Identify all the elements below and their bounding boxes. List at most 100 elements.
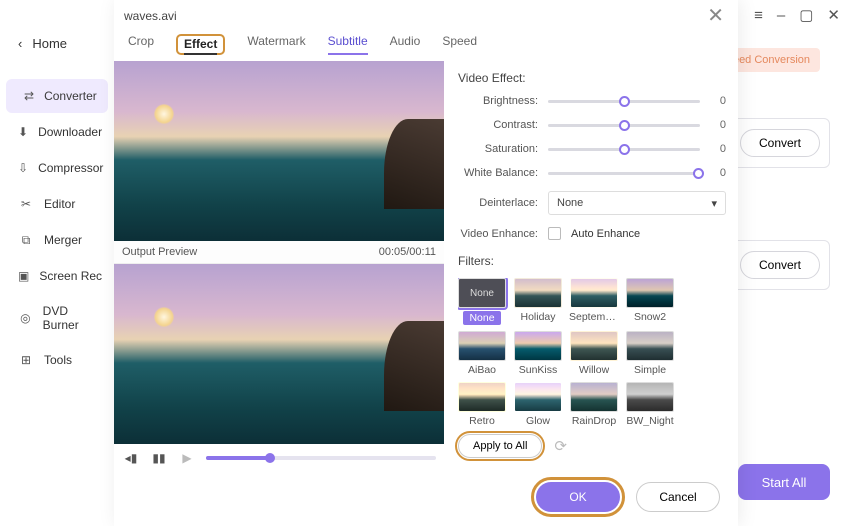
filter-label: Glow [526, 415, 550, 426]
filter-label: Snow2 [634, 311, 666, 323]
filter-thumbnail [458, 382, 506, 412]
timeline-slider[interactable] [206, 456, 436, 460]
record-icon: ▣ [18, 268, 29, 284]
filter-thumbnail [514, 382, 562, 412]
saturation-value: 0 [710, 143, 726, 155]
sidebar-item-label: Screen Recorder [39, 269, 102, 283]
auto-enhance-label: Auto Enhance [571, 228, 640, 240]
filter-glow[interactable]: Glow [514, 382, 562, 426]
filter-label: Simple [634, 364, 666, 376]
contrast-label: Contrast: [458, 119, 538, 131]
sidebar-item-downloader[interactable]: ⬇ Downloader [0, 115, 114, 149]
refresh-icon[interactable]: ⟳ [554, 437, 567, 455]
contrast-slider[interactable] [548, 124, 700, 127]
dialog-tabs: Crop Effect Watermark Subtitle Audio Spe… [114, 28, 738, 61]
brightness-value: 0 [710, 95, 726, 107]
filter-september[interactable]: September [570, 278, 618, 325]
compress-icon: ⇩ [18, 160, 28, 176]
sidebar-item-label: Converter [44, 89, 97, 103]
output-preview-label: Output Preview [122, 246, 197, 258]
filter-snow2[interactable]: Snow2 [626, 278, 674, 325]
pause-icon[interactable]: ▮▮ [150, 449, 168, 467]
start-all-button[interactable]: Start All [738, 464, 830, 500]
tab-subtitle[interactable]: Subtitle [328, 34, 368, 55]
filter-label: BW_Night [626, 415, 673, 426]
filters-label: Filters: [458, 254, 726, 268]
filter-sunkiss[interactable]: SunKiss [514, 331, 562, 376]
brightness-label: Brightness: [458, 95, 538, 107]
filter-aibao[interactable]: AiBao [458, 331, 506, 376]
filter-thumbnail [626, 331, 674, 361]
convert-button[interactable]: Convert [740, 251, 820, 279]
sidebar-item-screen-recorder[interactable]: ▣ Screen Recorder [0, 259, 114, 293]
minimize-icon[interactable]: – [777, 7, 785, 24]
filter-thumbnail [514, 278, 562, 308]
filter-label: None [463, 311, 500, 325]
filter-label: Holiday [520, 311, 555, 323]
maximize-icon[interactable]: ▢ [799, 6, 813, 24]
filter-holiday[interactable]: Holiday [514, 278, 562, 325]
sidebar-item-label: Downloader [38, 125, 102, 139]
grid-icon: ⊞ [18, 352, 34, 368]
apply-to-all-button[interactable]: Apply to All [458, 434, 542, 458]
scissors-icon: ✂ [18, 196, 34, 212]
white-balance-slider[interactable] [548, 172, 700, 175]
filter-bw_night[interactable]: BW_Night [626, 382, 674, 426]
brightness-slider[interactable] [548, 100, 700, 103]
effect-dialog: waves.avi ✕ Crop Effect Watermark Subtit… [114, 0, 738, 526]
white-balance-label: White Balance: [458, 167, 538, 179]
play-icon[interactable]: ▶ [178, 449, 196, 467]
sidebar-item-converter[interactable]: ⇄Converter [6, 79, 108, 113]
sidebar-item-label: Compressor [38, 161, 103, 175]
sidebar-item-dvd-burner[interactable]: ◎DVD Burner [0, 295, 114, 341]
home-label: Home [32, 36, 67, 51]
tab-watermark[interactable]: Watermark [247, 34, 305, 55]
prev-frame-icon[interactable]: ◂▮ [122, 449, 140, 467]
sidebar-item-merger[interactable]: ⧉Merger [0, 223, 114, 257]
white-balance-value: 0 [710, 167, 726, 179]
sidebar-item-tools[interactable]: ⊞Tools [0, 343, 114, 377]
sidebar-item-label: Editor [44, 197, 75, 211]
deinterlace-select[interactable]: None▾ [548, 191, 726, 215]
filter-thumbnail [626, 278, 674, 308]
filter-label: Willow [579, 364, 609, 376]
filter-retro[interactable]: Retro [458, 382, 506, 426]
timecode: 00:05/00:11 [379, 246, 436, 258]
filter-simple[interactable]: Simple [626, 331, 674, 376]
video-enhance-label: Video Enhance: [458, 228, 538, 240]
saturation-slider[interactable] [548, 148, 700, 151]
output-preview [114, 264, 444, 444]
contrast-value: 0 [710, 119, 726, 131]
filter-label: September [569, 311, 619, 323]
menu-icon[interactable]: ≡ [754, 7, 763, 24]
filter-label: SunKiss [519, 364, 558, 376]
back-home[interactable]: ‹ Home [0, 30, 114, 57]
filter-willow[interactable]: Willow [570, 331, 618, 376]
sidebar-item-compressor[interactable]: ⇩ Compressor [0, 151, 114, 185]
deinterlace-value: None [557, 197, 583, 209]
auto-enhance-checkbox[interactable] [548, 227, 561, 240]
dialog-title: waves.avi [124, 9, 177, 23]
ok-button[interactable]: OK [536, 482, 620, 512]
filter-thumbnail [570, 382, 618, 412]
download-icon: ⬇ [18, 124, 28, 140]
convert-button[interactable]: Convert [740, 129, 820, 157]
tab-audio[interactable]: Audio [390, 34, 421, 55]
cancel-button[interactable]: Cancel [636, 482, 720, 512]
filter-thumbnail: None [458, 278, 506, 308]
close-dialog-icon[interactable]: ✕ [707, 6, 724, 26]
sidebar-item-editor[interactable]: ✂ Editor [0, 187, 114, 221]
tab-effect[interactable]: Effect [184, 37, 217, 55]
filter-thumbnail [570, 331, 618, 361]
deinterlace-label: Deinterlace: [458, 197, 538, 209]
video-effect-label: Video Effect: [458, 71, 726, 85]
filter-label: AiBao [468, 364, 496, 376]
filter-label: Retro [469, 415, 495, 426]
filter-thumbnail [570, 278, 618, 308]
filter-none[interactable]: None None [458, 278, 506, 325]
tab-speed[interactable]: Speed [442, 34, 477, 55]
filter-raindrop[interactable]: RainDrop [570, 382, 618, 426]
close-window-icon[interactable]: ✕ [827, 6, 840, 24]
tab-crop[interactable]: Crop [128, 34, 154, 55]
player-controls: ◂▮ ▮▮ ▶ [114, 444, 444, 472]
